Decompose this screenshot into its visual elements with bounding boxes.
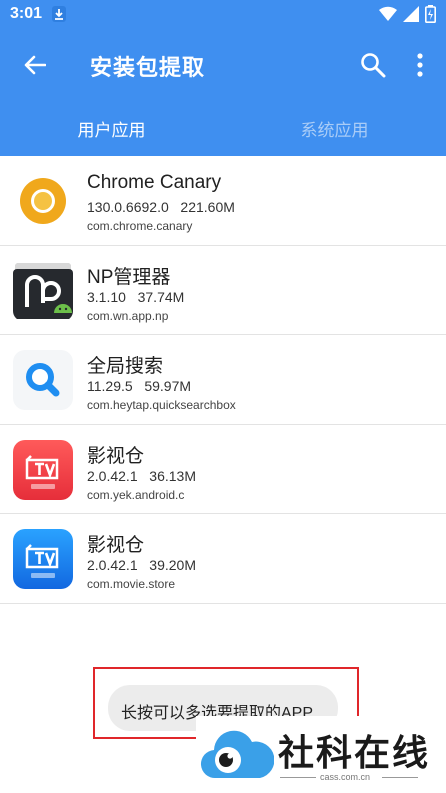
app-name: 影视仓 bbox=[87, 535, 145, 556]
list-item[interactable]: 全局搜索 11.29.5 59.97M com.heytap.quicksear… bbox=[0, 335, 446, 425]
app-version-size: 11.29.5 59.97M bbox=[87, 378, 191, 394]
more-options-button[interactable] bbox=[408, 48, 432, 82]
tv-warehouse-red-icon bbox=[13, 439, 73, 500]
search-icon bbox=[361, 53, 386, 78]
app-size: 39.20M bbox=[149, 557, 196, 573]
chrome-canary-icon bbox=[13, 171, 73, 231]
page-title: 安装包提取 bbox=[90, 55, 206, 80]
app-name: 影视仓 bbox=[87, 445, 145, 467]
app-version: 130.0.6692.0 bbox=[87, 199, 169, 215]
watermark-divider bbox=[280, 777, 316, 778]
tab-system-apps[interactable]: 系统应用 bbox=[223, 100, 446, 156]
app-version-size: 130.0.6692.0 221.60M bbox=[87, 199, 235, 215]
back-arrow-icon bbox=[24, 55, 46, 75]
watermark-divider bbox=[382, 777, 418, 778]
tab-bar: 用户应用 系统应用 bbox=[0, 100, 446, 156]
battery-icon bbox=[425, 5, 436, 23]
list-item[interactable]: NP管理器 3.1.10 37.74M com.wn.app.np bbox=[0, 246, 446, 335]
app-version: 2.0.42.1 bbox=[87, 467, 138, 484]
app-name: Chrome Canary bbox=[87, 172, 222, 193]
app-bar: 安装包提取 bbox=[0, 30, 446, 100]
back-button[interactable] bbox=[18, 50, 52, 80]
np-manager-icon bbox=[13, 260, 73, 321]
app-package: com.movie.store bbox=[87, 577, 176, 591]
watermark-name: 社科在线 bbox=[278, 732, 431, 773]
status-bar: 3:01 bbox=[0, 0, 446, 30]
app-version-size: 2.0.42.1 36.13M bbox=[87, 468, 196, 484]
app-version-size: 3.1.10 37.74M bbox=[87, 289, 184, 305]
app-version-size: 2.0.42.1 39.20M bbox=[87, 557, 196, 573]
more-vert-icon bbox=[417, 53, 423, 77]
app-package: com.heytap.quicksearchbox bbox=[87, 398, 236, 412]
status-time: 3:01 bbox=[10, 5, 43, 22]
list-item[interactable]: Chrome Canary 130.0.6692.0 221.60M com.c… bbox=[0, 156, 446, 246]
watermark: 社科在线 cass.com.cn bbox=[196, 716, 446, 793]
tab-user-apps[interactable]: 用户应用 bbox=[0, 100, 223, 156]
search-button[interactable] bbox=[356, 48, 390, 82]
app-package: com.yek.android.c bbox=[87, 487, 185, 502]
tv-warehouse-blue-icon bbox=[13, 529, 73, 589]
app-package: com.wn.app.np bbox=[87, 308, 169, 323]
app-size: 221.60M bbox=[180, 199, 235, 215]
app-package: com.chrome.canary bbox=[87, 219, 193, 233]
app-size: 37.74M bbox=[137, 288, 185, 305]
download-icon bbox=[52, 6, 66, 27]
app-version: 11.29.5 bbox=[87, 378, 133, 394]
tab-label: 系统应用 bbox=[300, 120, 369, 140]
list-item[interactable]: 影视仓 2.0.42.1 36.13M com.yek.android.c bbox=[0, 425, 446, 514]
status-icons bbox=[379, 5, 436, 23]
app-size: 36.13M bbox=[149, 467, 196, 484]
app-name: 全局搜索 bbox=[87, 356, 164, 377]
app-list: Chrome Canary 130.0.6692.0 221.60M com.c… bbox=[0, 156, 446, 604]
app-version: 3.1.10 bbox=[87, 288, 126, 305]
wifi-icon bbox=[379, 6, 397, 22]
cloud-logo-icon bbox=[200, 720, 275, 789]
app-name: NP管理器 bbox=[87, 266, 171, 288]
tab-label: 用户应用 bbox=[77, 120, 146, 140]
signal-icon bbox=[403, 6, 419, 22]
app-size: 59.97M bbox=[144, 378, 192, 394]
watermark-url: cass.com.cn bbox=[320, 772, 371, 782]
list-item[interactable]: 影视仓 2.0.42.1 39.20M com.movie.store bbox=[0, 514, 446, 604]
app-version: 2.0.42.1 bbox=[87, 557, 138, 573]
global-search-icon bbox=[13, 350, 73, 410]
